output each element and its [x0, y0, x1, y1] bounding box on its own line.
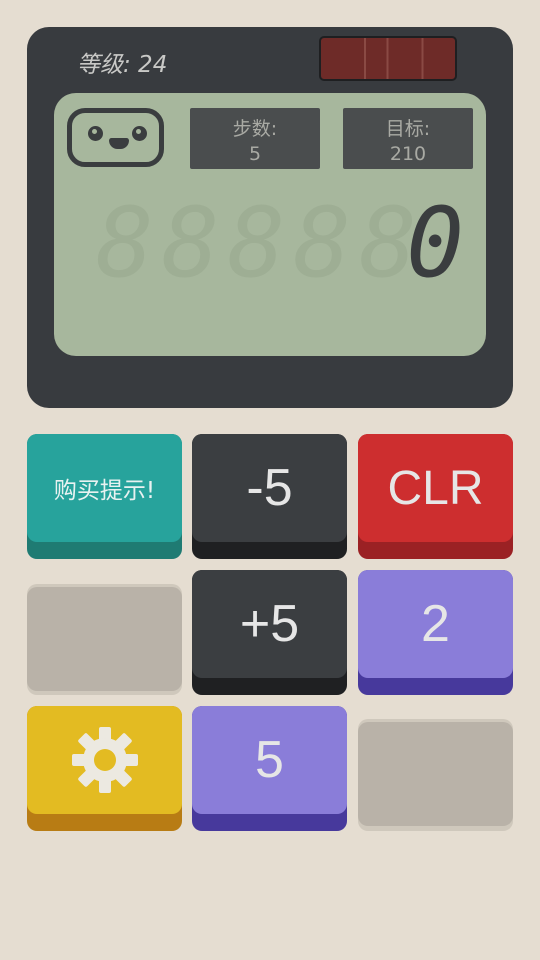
moves-value: 5 [248, 143, 262, 165]
empty-slot-right [358, 719, 513, 831]
two-label: 2 [421, 595, 450, 653]
plus-five-button[interactable]: +5 [192, 570, 347, 695]
minus-five-label: -5 [246, 459, 293, 517]
goal-value: 210 [389, 143, 427, 165]
mouth [109, 138, 129, 149]
five-button[interactable]: 5 [192, 706, 347, 831]
lcd-screen: 步数: 5 目标: 210 88888 0 [54, 93, 486, 356]
five-label: 5 [255, 731, 284, 789]
plus-five-label: +5 [239, 595, 300, 653]
calculator-device: 等级: 24 步数: 5 目标: 210 88888 0 [27, 27, 513, 408]
level-label: 等级: 24 [77, 52, 168, 78]
current-value: 0 [406, 187, 464, 299]
left-eye [88, 126, 103, 141]
gear-icon [71, 727, 138, 793]
empty-slot-left [27, 584, 182, 695]
goal-panel: 目标: 210 [343, 108, 473, 169]
settings-button[interactable] [27, 706, 182, 831]
clear-button[interactable]: CLR [358, 434, 513, 559]
buy-hint-button[interactable]: 购买提示! [27, 434, 182, 559]
digit-display: 88888 0 [96, 193, 476, 293]
right-eye [132, 126, 147, 141]
moves-label: 步数: [232, 118, 278, 140]
minus-five-button[interactable]: -5 [192, 434, 347, 559]
ghost-digits: 88888 [96, 187, 425, 299]
clear-label: CLR [387, 461, 484, 515]
solar-panel [319, 36, 457, 81]
moves-panel: 步数: 5 [190, 108, 320, 169]
buy-hint-label: 购买提示! [53, 478, 156, 504]
goal-label: 目标: [385, 118, 431, 140]
two-button[interactable]: 2 [358, 570, 513, 695]
calculator-face-icon [67, 108, 164, 167]
